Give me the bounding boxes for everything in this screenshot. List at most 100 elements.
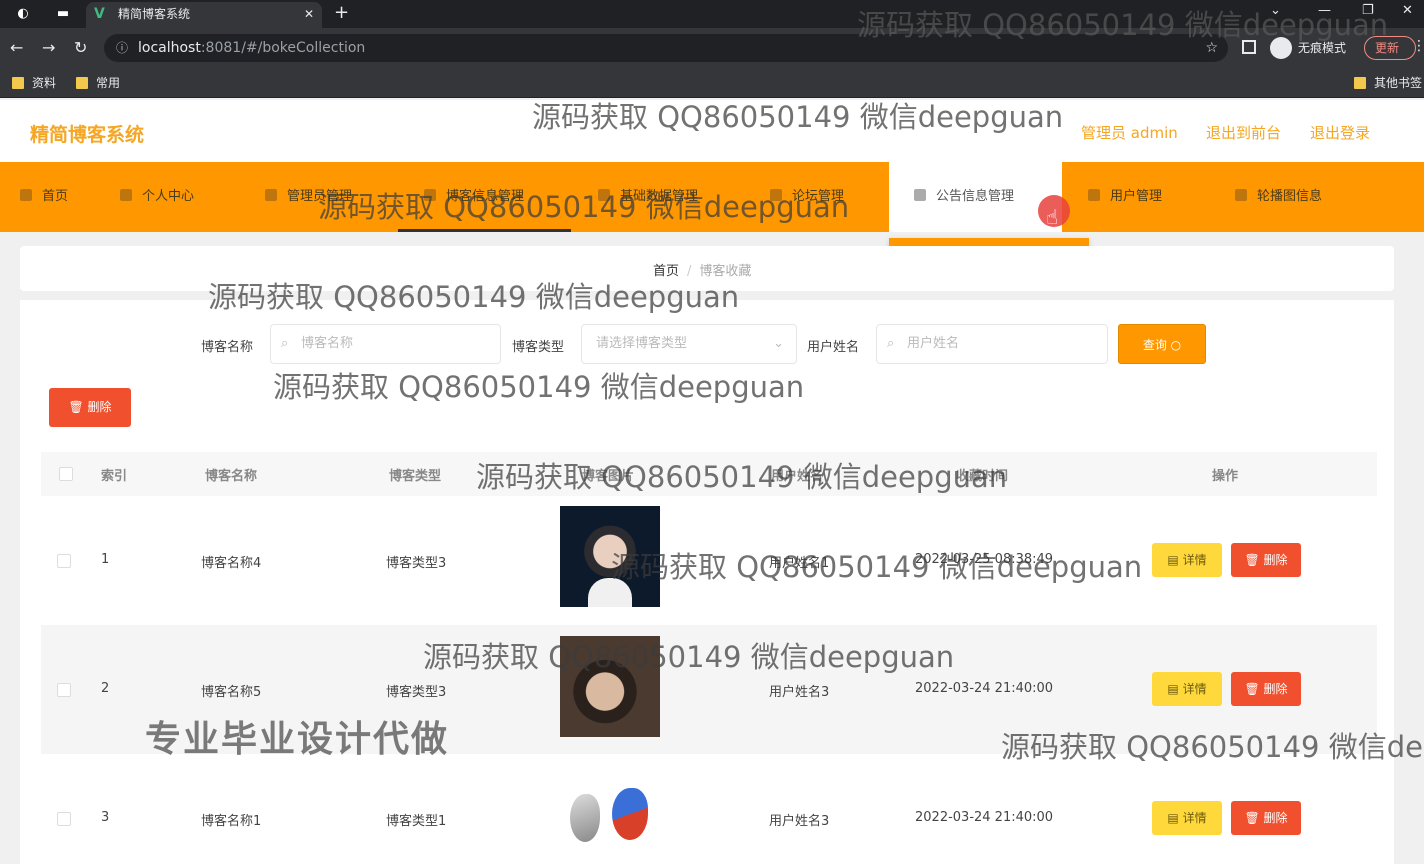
row-blog-type: 博客类型3 bbox=[386, 556, 447, 571]
delete-button[interactable]: 🗑 删除 bbox=[1231, 543, 1301, 577]
batch-delete-button[interactable]: 🗑 删除 bbox=[49, 388, 131, 427]
tab-list-icon[interactable]: ▬ bbox=[52, 4, 74, 24]
data-icon bbox=[598, 189, 610, 201]
blog-type-label: 博客类型 bbox=[512, 340, 565, 355]
incognito-label: 无痕模式 bbox=[1298, 41, 1347, 55]
side-panel-icon[interactable] bbox=[1242, 40, 1256, 54]
main-card bbox=[20, 300, 1394, 864]
back-icon[interactable]: ← bbox=[10, 38, 23, 57]
user-name-input[interactable]: ⌕ 用户姓名 bbox=[876, 324, 1108, 364]
update-button[interactable]: 更新 bbox=[1364, 36, 1416, 60]
url-input[interactable]: ⓘ localhost:8081/#/bokeCollection ☆ bbox=[104, 34, 1228, 62]
bookmark-folder[interactable]: 资料 bbox=[12, 75, 56, 91]
document-icon: ▤ bbox=[1167, 553, 1183, 567]
blog-type-select[interactable]: 请选择博客类型 ⌄ bbox=[581, 324, 797, 364]
nav-item-profile[interactable]: 个人中心 bbox=[120, 162, 194, 232]
folder-icon bbox=[1354, 77, 1366, 89]
trash-icon: 🗑 bbox=[1244, 553, 1264, 567]
trash-icon: 🗑 bbox=[68, 400, 88, 414]
nav-item-notice[interactable]: 公告信息管理 bbox=[889, 162, 1062, 232]
document-icon: ▤ bbox=[1167, 811, 1183, 825]
detail-button[interactable]: ▤ 详情 bbox=[1152, 672, 1222, 706]
col-time: 收藏时间 bbox=[956, 469, 1009, 484]
browser-menu-icon[interactable]: ◐ bbox=[12, 4, 34, 24]
tab-close-icon[interactable]: ✕ bbox=[304, 2, 314, 26]
breadcrumb: 首页 / 博客收藏 bbox=[653, 264, 752, 279]
blog-name-input[interactable]: ⌕ 博客名称 bbox=[270, 324, 501, 364]
nav-item-home[interactable]: 首页 bbox=[20, 162, 68, 232]
to-front-link[interactable]: 退出到前台 bbox=[1206, 122, 1281, 143]
breadcrumb-home[interactable]: 首页 bbox=[653, 264, 679, 279]
nav-item-forum[interactable]: 论坛管理 bbox=[770, 162, 844, 232]
col-blog-name: 博客名称 bbox=[205, 469, 258, 484]
delete-button[interactable]: 🗑 删除 bbox=[1231, 801, 1301, 835]
tab-search-icon[interactable]: ⌄ bbox=[1270, 3, 1281, 18]
row-user-name: 用户姓名3 bbox=[769, 685, 830, 700]
delete-button[interactable]: 🗑 删除 bbox=[1231, 672, 1301, 706]
row-user-name: 用户姓名3 bbox=[769, 814, 830, 829]
more-menu-icon[interactable]: ⋮ bbox=[1412, 38, 1424, 54]
users-icon bbox=[1088, 189, 1100, 201]
col-blog-image: 博客图片 bbox=[582, 469, 635, 484]
row-checkbox[interactable] bbox=[57, 683, 71, 697]
browser-tab-bar: ◐ ▬ V 精简博客系统 ✕ + ⌄ — ❐ ✕ bbox=[0, 0, 1424, 28]
row-time: 2022-03-24 21:40:00 bbox=[915, 810, 1054, 825]
reload-icon[interactable]: ↻ bbox=[74, 38, 87, 57]
document-icon: ▤ bbox=[1167, 682, 1183, 696]
site-info-icon[interactable]: ⓘ bbox=[116, 34, 128, 62]
home-icon bbox=[20, 189, 32, 201]
breadcrumb-current: 博客收藏 bbox=[699, 264, 752, 279]
row-time: 2022-03-25 08:38:49 bbox=[915, 552, 1054, 567]
search-icon: ⌕ bbox=[281, 336, 289, 351]
url-host: localhost bbox=[138, 40, 201, 56]
bookmarks-bar: 资料 常用 其他书签 bbox=[0, 68, 1424, 98]
user-name-label: 用户姓名 bbox=[807, 340, 860, 355]
detail-button[interactable]: ▤ 详情 bbox=[1152, 801, 1222, 835]
nav-item-users[interactable]: 用户管理 bbox=[1088, 162, 1162, 232]
forward-icon[interactable]: → bbox=[42, 38, 55, 57]
row-index: 1 bbox=[101, 552, 110, 567]
window-close-icon[interactable]: ✕ bbox=[1402, 3, 1413, 18]
col-index: 索引 bbox=[101, 469, 128, 484]
col-actions: 操作 bbox=[1212, 469, 1239, 484]
row-checkbox[interactable] bbox=[57, 554, 71, 568]
briefcase-icon bbox=[914, 189, 926, 201]
trash-icon: 🗑 bbox=[1244, 811, 1264, 825]
hand-cursor-icon: ☝ bbox=[1046, 205, 1059, 229]
new-tab-icon[interactable]: + bbox=[334, 2, 349, 23]
trash-icon: 🗑 bbox=[1244, 682, 1264, 696]
nav-item-admin[interactable]: 管理员管理 bbox=[265, 162, 352, 232]
chevron-down-icon: ⌄ bbox=[773, 336, 784, 351]
flag-icon bbox=[265, 189, 277, 201]
row-blog-image bbox=[560, 636, 660, 737]
query-button[interactable]: 查询 ○ bbox=[1118, 324, 1206, 364]
row-blog-image bbox=[560, 506, 660, 607]
wolf-image-right bbox=[612, 788, 648, 840]
nav-item-blog[interactable]: 博客信息管理 bbox=[424, 162, 524, 232]
row-blog-name: 博客名称5 bbox=[201, 685, 262, 700]
vue-logo-icon: V bbox=[94, 6, 105, 22]
row-checkbox[interactable] bbox=[57, 812, 71, 826]
detail-button[interactable]: ▤ 详情 bbox=[1152, 543, 1222, 577]
nav-item-carousel[interactable]: 轮播图信息 bbox=[1235, 162, 1322, 232]
nav-item-basic-data[interactable]: 基础数据管理 bbox=[598, 162, 698, 232]
incognito-indicator[interactable]: 无痕模式 bbox=[1270, 37, 1346, 59]
bookmark-folder[interactable]: 常用 bbox=[76, 75, 120, 91]
url-path: :8081/#/bokeCollection bbox=[200, 40, 366, 56]
other-bookmarks[interactable]: 其他书签 bbox=[1354, 75, 1422, 91]
wolf-image-left bbox=[570, 794, 600, 842]
logout-link[interactable]: 退出登录 bbox=[1310, 122, 1370, 143]
nav-active-underline bbox=[398, 229, 571, 232]
admin-link[interactable]: 管理员 admin bbox=[1081, 122, 1178, 143]
minimize-icon[interactable]: — bbox=[1318, 3, 1331, 18]
image-icon bbox=[1235, 189, 1247, 201]
main-nav: 首页 个人中心 管理员管理 博客信息管理 基础数据管理 论坛管理 公告信息管理 … bbox=[0, 162, 1424, 232]
bookmark-star-icon[interactable]: ☆ bbox=[1205, 34, 1218, 62]
blog-name-label: 博客名称 bbox=[201, 340, 254, 355]
select-all-checkbox[interactable] bbox=[59, 467, 73, 481]
row-user-name: 用户姓名1 bbox=[769, 556, 830, 571]
row-blog-name: 博客名称4 bbox=[201, 556, 262, 571]
maximize-icon[interactable]: ❐ bbox=[1362, 3, 1374, 18]
row-blog-name: 博客名称1 bbox=[201, 814, 262, 829]
browser-tab[interactable]: V 精简博客系统 ✕ bbox=[86, 2, 322, 28]
